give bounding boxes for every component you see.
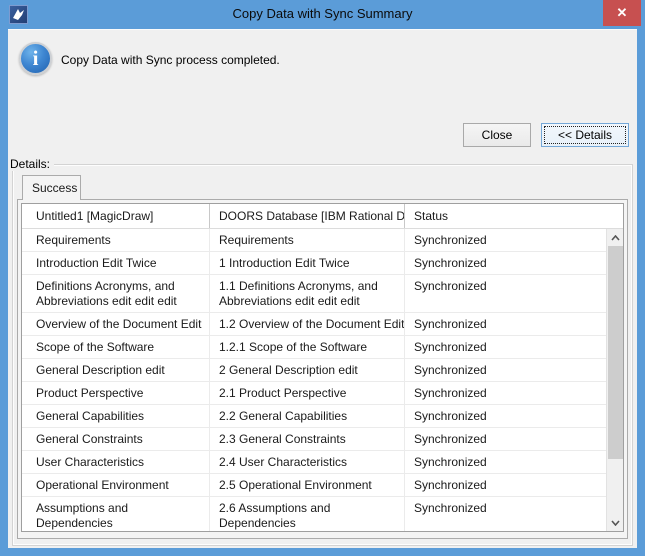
sync-results-table: Untitled1 [MagicDraw] DOORS Database [IB… — [21, 203, 624, 532]
table-row[interactable]: RequirementsRequirementsSynchronized — [22, 229, 606, 252]
table-cell: Synchronized — [405, 451, 606, 473]
close-window-button[interactable]: ✕ — [603, 0, 641, 26]
table-cell: Synchronized — [405, 474, 606, 496]
table-cell: 1.1 Definitions Acronyms, and Abbreviati… — [210, 275, 405, 312]
column-header-status[interactable]: Status — [405, 204, 623, 228]
table-cell: Synchronized — [405, 275, 606, 312]
table-cell: User Characteristics — [22, 451, 210, 473]
scroll-down-button[interactable] — [607, 514, 624, 531]
table-cell: Requirements — [210, 229, 405, 251]
title-bar[interactable]: Copy Data with Sync Summary ✕ — [0, 0, 645, 29]
table-cell: Synchronized — [405, 428, 606, 450]
table-cell: Synchronized — [405, 382, 606, 404]
table-cell: 2.2 General Capabilities — [210, 405, 405, 427]
table-cell: Synchronized — [405, 229, 606, 251]
table-cell: 1.2.1 Scope of the Software — [210, 336, 405, 358]
sync-table-body: RequirementsRequirementsSynchronizedIntr… — [22, 229, 606, 531]
info-icon: i — [19, 42, 52, 75]
details-button-label: << Details — [558, 128, 612, 142]
chevron-up-icon — [611, 235, 620, 241]
table-row[interactable]: Introduction Edit Twice1 Introduction Ed… — [22, 252, 606, 275]
tab-success[interactable]: Success — [22, 175, 81, 200]
table-row[interactable]: General Constraints2.3 General Constrain… — [22, 428, 606, 451]
table-cell: 2.6 Assumptions and Dependencies — [210, 497, 405, 531]
scroll-up-button[interactable] — [607, 229, 624, 246]
table-cell: 2.4 User Characteristics — [210, 451, 405, 473]
table-row[interactable]: Scope of the Software1.2.1 Scope of the … — [22, 336, 606, 359]
table-row[interactable]: Definitions Acronyms, and Abbreviations … — [22, 275, 606, 313]
table-cell: 2.1 Product Perspective — [210, 382, 405, 404]
table-cell: Assumptions and Dependencies — [22, 497, 210, 531]
table-cell: Introduction Edit Twice — [22, 252, 210, 274]
details-toggle-button[interactable]: << Details — [541, 123, 629, 147]
details-group-label: Details: — [10, 157, 54, 171]
copy-data-sync-summary-dialog: Copy Data with Sync Summary ✕ i Copy Dat… — [0, 0, 645, 556]
table-cell: Overview of the Document Edit — [22, 313, 210, 335]
table-cell: Synchronized — [405, 359, 606, 381]
table-cell: General Description edit — [22, 359, 210, 381]
window-title: Copy Data with Sync Summary — [0, 6, 645, 21]
table-cell: Definitions Acronyms, and Abbreviations … — [22, 275, 210, 312]
scrollbar-thumb[interactable] — [608, 246, 623, 459]
table-cell: 2.3 General Constraints — [210, 428, 405, 450]
table-cell: Synchronized — [405, 252, 606, 274]
table-cell: Synchronized — [405, 405, 606, 427]
close-button-label: Close — [482, 128, 513, 142]
column-header-magicdraw[interactable]: Untitled1 [MagicDraw] — [22, 204, 210, 228]
table-cell: Requirements — [22, 229, 210, 251]
table-row[interactable]: Assumptions and Dependencies2.6 Assumpti… — [22, 497, 606, 531]
table-cell: General Constraints — [22, 428, 210, 450]
table-cell: 1.2 Overview of the Document Edit — [210, 313, 405, 335]
table-cell: 1 Introduction Edit Twice — [210, 252, 405, 274]
info-icon-glyph: i — [33, 48, 39, 69]
table-cell: General Capabilities — [22, 405, 210, 427]
dialog-body: i Copy Data with Sync process completed.… — [8, 29, 637, 548]
table-cell: Synchronized — [405, 336, 606, 358]
table-header-row: Untitled1 [MagicDraw] DOORS Database [IB… — [22, 204, 623, 229]
close-button[interactable]: Close — [463, 123, 531, 147]
chevron-down-icon — [611, 520, 620, 526]
table-row[interactable]: Operational Environment2.5 Operational E… — [22, 474, 606, 497]
tab-success-label: Success — [32, 181, 77, 195]
column-header-doors[interactable]: DOORS Database [IBM Rational DO... — [210, 204, 405, 228]
table-cell: Scope of the Software — [22, 336, 210, 358]
vertical-scrollbar[interactable] — [606, 229, 623, 531]
table-row[interactable]: General Description edit2 General Descri… — [22, 359, 606, 382]
table-row[interactable]: Overview of the Document Edit1.2 Overvie… — [22, 313, 606, 336]
table-cell: Operational Environment — [22, 474, 210, 496]
table-cell: 2.5 Operational Environment — [210, 474, 405, 496]
status-message: Copy Data with Sync process completed. — [61, 53, 280, 67]
table-cell: Synchronized — [405, 497, 606, 531]
table-row[interactable]: Product Perspective2.1 Product Perspecti… — [22, 382, 606, 405]
table-row[interactable]: User Characteristics2.4 User Characteris… — [22, 451, 606, 474]
table-cell: Product Perspective — [22, 382, 210, 404]
close-icon: ✕ — [617, 5, 628, 21]
table-cell: 2 General Description edit — [210, 359, 405, 381]
table-row[interactable]: General Capabilities2.2 General Capabili… — [22, 405, 606, 428]
table-cell: Synchronized — [405, 313, 606, 335]
